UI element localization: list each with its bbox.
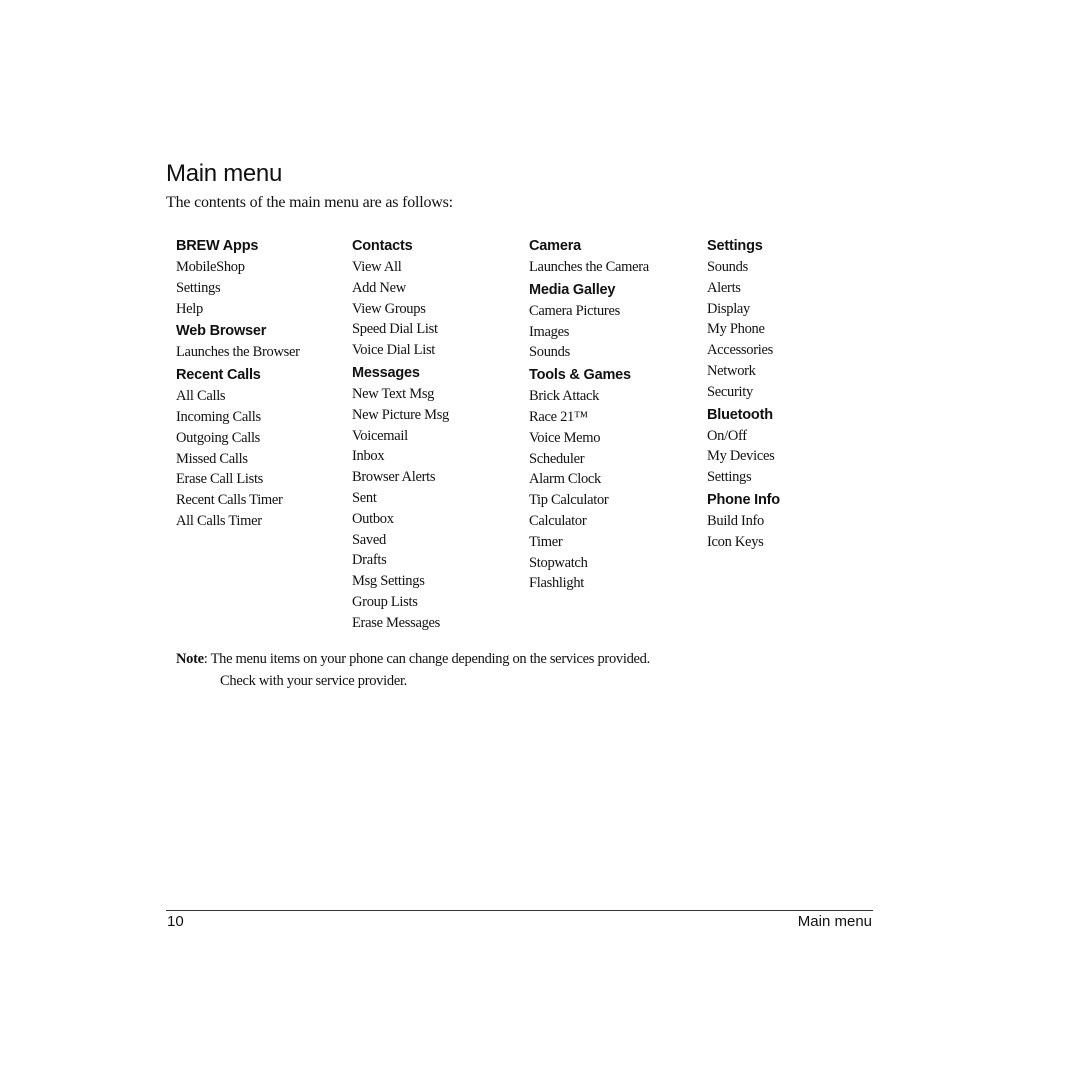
menu-item: Recent Calls Timer [176, 492, 283, 509]
menu-item: Launches the Browser [176, 344, 300, 361]
menu-group: Media Galley Camera Pictures Images Sounds [529, 280, 704, 363]
note-label: Note [176, 651, 204, 667]
menu-item: Saved [352, 531, 386, 548]
menu-group: Bluetooth On/Off My Devices Settings [707, 405, 882, 488]
menu-item: View Groups [352, 300, 426, 317]
menu-item: Erase Call Lists [176, 471, 264, 488]
page-title: Main menu [166, 160, 283, 187]
menu-group-heading: Messages [352, 364, 420, 381]
menu-item: View All [352, 259, 402, 275]
menu-item: Drafts [352, 552, 387, 569]
menu-group-heading: Web Browser [176, 323, 267, 340]
menu-group: Settings Sounds Alerts Display My Phone Acces… [707, 236, 882, 403]
menu-item: New Picture Msg [352, 406, 449, 423]
menu-item: My Phone [707, 321, 765, 338]
menu-group-heading: Media Galley [529, 281, 616, 298]
menu-group-heading: Settings [707, 238, 763, 254]
menu-item: Accessories [707, 342, 773, 359]
menu-item: Icon Keys [707, 533, 764, 550]
note-text-line2: Check with your service provider. [220, 673, 408, 689]
menu-item: Speed Dial List [352, 321, 438, 338]
menu-item: Sent [352, 489, 377, 506]
menu-item: Incoming Calls [176, 408, 261, 425]
menu-item: Missed Calls [176, 450, 248, 467]
menu-group-heading: Contacts [352, 238, 413, 254]
menu-group-heading: Phone Info [707, 491, 780, 508]
menu-item: Settings [176, 279, 221, 296]
menu-item: Inbox [352, 448, 385, 465]
menu-item: Group Lists [352, 593, 418, 610]
menu-item: Outbox [352, 510, 394, 527]
menu-group: Contacts View All Add New View Groups Speed … [352, 236, 527, 361]
menu-item: Settings [707, 469, 752, 486]
menu-item: Timer [529, 533, 563, 550]
menu-item: Display [707, 300, 751, 317]
menu-item: Help [176, 300, 203, 317]
menu-group: Recent Calls All Calls Incoming Calls Outgo… [176, 365, 351, 532]
menu-item: Add New [352, 279, 406, 296]
menu-item: Browser Alerts [352, 469, 436, 486]
footer-section-title: Main menu [797, 913, 872, 930]
menu-item: Outgoing Calls [176, 429, 261, 446]
menu-item: Brick Attack [529, 388, 600, 405]
menu-group-heading: Recent Calls [176, 367, 261, 384]
menu-item: Launches the Camera [529, 259, 649, 275]
menu-group: Tools & Games Brick Attack Race 21™ Voice M… [529, 365, 704, 594]
menu-item: Build Info [707, 512, 765, 529]
menu-column-3: Camera Launches the Camera Media Galley Cam… [529, 236, 704, 594]
menu-item: New Text Msg [352, 385, 435, 402]
menu-item: My Devices [707, 448, 775, 465]
menu-item: Security [707, 383, 753, 400]
menu-item: On/Off [707, 427, 747, 444]
intro-text: The contents of the main menu are as fol… [166, 194, 453, 211]
menu-item: Voice Memo [529, 429, 601, 446]
menu-group: Web Browser Launches the Browser [176, 321, 351, 363]
menu-group-heading: BREW Apps [176, 238, 259, 254]
menu-item: Race 21™ [529, 408, 588, 425]
menu-item: Camera Pictures [529, 302, 620, 319]
menu-group: Phone Info Build Info Icon Keys [707, 490, 882, 553]
menu-group-heading: Camera [529, 238, 581, 254]
menu-item: Msg Settings [352, 573, 425, 590]
menu-group: BREW Apps MobileShop Settings Help [176, 236, 351, 319]
menu-column-1: BREW Apps MobileShop Settings Help Web Brows… [176, 236, 351, 532]
menu-group: Messages New Text Msg New Picture Msg Voice… [352, 363, 527, 634]
menu-item: Voice Dial List [352, 342, 436, 359]
page-number: 10 [167, 913, 184, 930]
menu-group-heading: Bluetooth [707, 406, 773, 423]
menu-item: Images [529, 323, 570, 340]
menu-item: Flashlight [529, 575, 585, 592]
menu-item: MobileShop [176, 259, 245, 275]
menu-group: Camera Launches the Camera [529, 236, 704, 278]
menu-item: Scheduler [529, 450, 585, 467]
menu-item: Network [707, 362, 756, 379]
menu-item: All Calls [176, 388, 226, 405]
menu-column-2: Contacts View All Add New View Groups Speed … [352, 236, 527, 634]
menu-item: All Calls Timer [176, 512, 262, 529]
menu-group-heading: Tools & Games [529, 367, 631, 384]
menu-column-4: Settings Sounds Alerts Display My Phone Acces… [707, 236, 882, 553]
note: Note: The menu items on your phone can c… [176, 648, 650, 692]
menu-item: Sounds [529, 344, 570, 361]
menu-item: Sounds [707, 259, 748, 275]
menu-item: Tip Calculator [529, 492, 609, 509]
menu-item: Alerts [707, 279, 741, 296]
menu-item: Alarm Clock [529, 471, 602, 488]
footer-rule [166, 910, 873, 911]
menu-item: Calculator [529, 512, 587, 529]
menu-item: Erase Messages [352, 614, 441, 631]
menu-item: Voicemail [352, 427, 408, 444]
note-text-line1: : The menu items on your phone can chang… [203, 651, 650, 667]
menu-item: Stopwatch [529, 554, 588, 571]
